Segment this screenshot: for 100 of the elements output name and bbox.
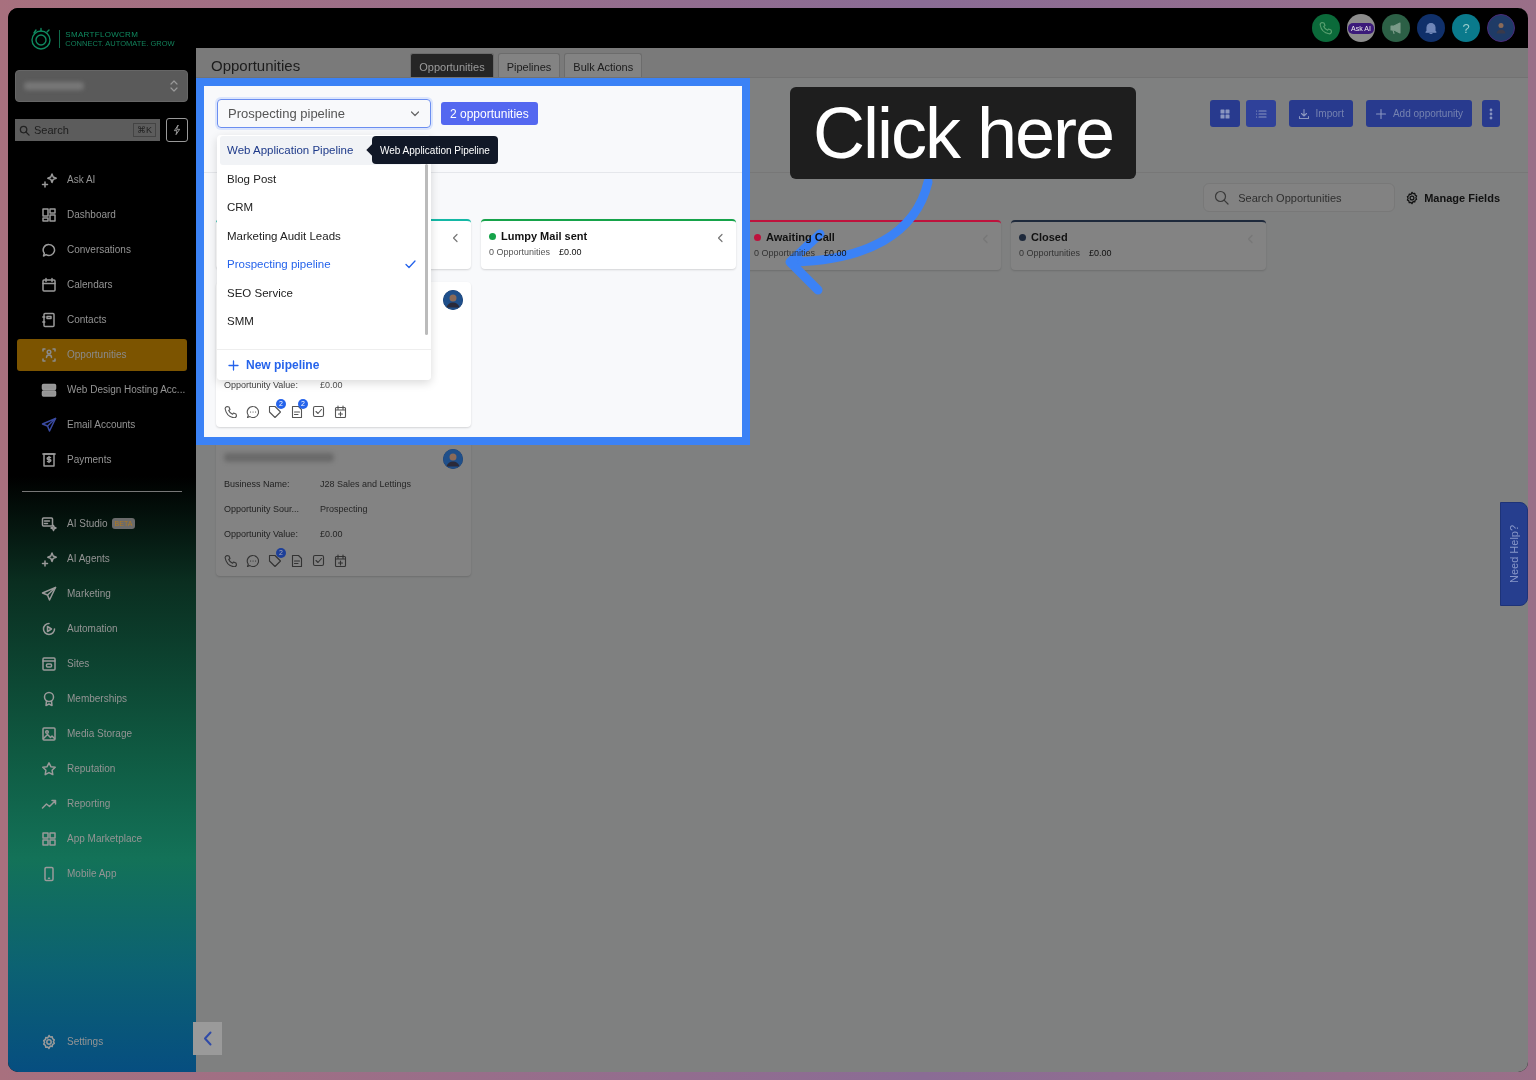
help-button[interactable]: ?: [1452, 14, 1480, 42]
quick-actions-button[interactable]: [166, 118, 188, 142]
list-view-icon: [1254, 107, 1267, 120]
opportunity-count-badge: 2 opportunities: [441, 102, 538, 125]
phone-icon[interactable]: [224, 404, 237, 418]
search-icon: [1214, 190, 1230, 205]
avatar: [443, 290, 463, 310]
chevron-left-icon: [203, 1031, 212, 1046]
paper-plane-icon: [41, 585, 57, 602]
opportunity-count: 0 Opportunities: [1019, 248, 1081, 258]
settings-icon: [41, 1033, 57, 1050]
stage-value: £0.00: [559, 247, 582, 257]
tab[interactable]: Pipelines: [497, 53, 561, 77]
sidebar-item[interactable]: Calendars: [17, 267, 187, 302]
search-field[interactable]: Search Opportunities: [1203, 183, 1396, 212]
tag-icon[interactable]: [268, 553, 281, 567]
manage-fields-link[interactable]: Manage Fields: [1405, 190, 1500, 205]
announcements-button[interactable]: [1382, 14, 1410, 42]
star-icon: [41, 760, 57, 777]
calendar-add-icon[interactable]: [334, 553, 347, 567]
chat-bubble-icon[interactable]: [246, 404, 259, 418]
more-options-button[interactable]: [1482, 100, 1500, 127]
calendar-add-icon[interactable]: [334, 404, 347, 418]
sidebar-item[interactable]: Media Storage: [17, 716, 187, 751]
sidebar-item[interactable]: Contacts: [17, 302, 187, 337]
chevron-down-icon: [410, 109, 420, 118]
sidebar-item[interactable]: Ask AI: [17, 162, 187, 197]
new-pipeline-button[interactable]: New pipeline: [217, 349, 431, 380]
import-button[interactable]: Import: [1288, 100, 1353, 127]
profile-avatar[interactable]: [1487, 14, 1515, 42]
field-label: Opportunity Value:: [224, 379, 299, 390]
logo-wordmark: SMARTFLOWCRM: [65, 30, 140, 39]
server-icon: [41, 381, 57, 398]
pipeline-select[interactable]: Prospecting pipeline: [217, 99, 431, 128]
note-icon[interactable]: [290, 553, 303, 567]
collapse-chevron-icon: [451, 233, 459, 243]
sidebar-item[interactable]: Dashboard: [17, 197, 187, 232]
stage-title: Lumpy Mail sent: [501, 230, 588, 242]
avatar: [443, 449, 463, 469]
sidebar-item[interactable]: Memberships: [17, 681, 187, 716]
board-view-button[interactable]: [1209, 100, 1240, 127]
mobile-phone-icon: [41, 865, 57, 882]
list-view-button[interactable]: [1245, 100, 1276, 127]
stage-value: £0.00: [824, 248, 847, 258]
add-opportunity-button[interactable]: Add opportunity: [1365, 100, 1472, 127]
image-icon: [41, 725, 57, 742]
sidebar-item[interactable]: AI Agents: [17, 541, 187, 576]
sidebar-item[interactable]: Marketing: [17, 576, 187, 611]
field-value: £0.00: [320, 379, 343, 390]
grid-icon: [41, 830, 57, 847]
sidebar-item[interactable]: Settings: [17, 1024, 187, 1059]
field-label: Opportunity Sour...: [224, 503, 301, 514]
sidebar-item[interactable]: Payments: [17, 442, 187, 477]
tooltip: Web Application Pipeline: [372, 136, 498, 164]
account-switcher[interactable]: [15, 70, 188, 102]
note-icon[interactable]: [290, 404, 303, 418]
sidebar-item[interactable]: Email Accounts: [17, 407, 187, 442]
call-button[interactable]: [1312, 14, 1340, 42]
receipt-icon: [41, 451, 57, 468]
search-icon: [19, 124, 30, 136]
sparkle-icon: [41, 550, 57, 567]
dropdown-option[interactable]: Prospecting pipeline: [220, 250, 422, 279]
need-help-tab[interactable]: Need Help?: [1500, 502, 1528, 606]
people-network-icon: [41, 346, 57, 363]
megaphone-icon: [1389, 21, 1403, 35]
dropdown-option[interactable]: SEO Service: [220, 278, 422, 307]
notebook-icon: [41, 311, 57, 328]
chat-bubble-icon[interactable]: [246, 553, 259, 567]
dropdown-option[interactable]: Marketing Audit Leads: [220, 221, 422, 250]
search-placeholder: Search Opportunities: [1238, 191, 1342, 204]
sidebar-item[interactable]: Conversations: [17, 232, 187, 267]
up-down-chevron-icon: [169, 79, 179, 93]
collapse-sidebar-button[interactable]: [193, 1022, 222, 1055]
dashboard-icon: [41, 206, 57, 223]
swirl-logo-icon: [29, 27, 54, 51]
plus-icon: [1374, 107, 1387, 120]
field-label: Opportunity Value:: [224, 528, 299, 539]
blurred-account-name: [24, 82, 84, 90]
sidebar-item[interactable]: Web Design Hosting Acc...: [17, 372, 187, 407]
award-ribbon-icon: [41, 690, 57, 707]
checkbox-icon[interactable]: [312, 553, 325, 567]
notifications-button[interactable]: [1417, 14, 1445, 42]
search-placeholder: Search: [34, 124, 70, 136]
chat-bubble-icon: [41, 241, 57, 258]
dropdown-option[interactable]: SMM: [220, 307, 422, 336]
sidebar-item[interactable]: Automation: [17, 611, 187, 646]
sidebar-item-label: AI Studio: [67, 518, 108, 529]
opportunity-count: 0 Opportunities: [489, 247, 551, 257]
tag-icon[interactable]: [268, 404, 281, 418]
field-value: £0.00: [320, 528, 343, 539]
tab[interactable]: Bulk Actions: [564, 53, 643, 77]
checkbox-icon[interactable]: [312, 404, 325, 418]
dropdown-option[interactable]: Blog Post: [220, 164, 422, 193]
sparkle-icon: [41, 171, 57, 188]
phone-icon[interactable]: [224, 553, 237, 567]
dropdown-option[interactable]: CRM: [220, 193, 422, 222]
download-icon: [1297, 107, 1310, 120]
tab[interactable]: Opportunities: [410, 53, 494, 77]
sidebar-item[interactable]: Sites: [17, 646, 187, 681]
scrollbar[interactable]: [425, 164, 428, 335]
